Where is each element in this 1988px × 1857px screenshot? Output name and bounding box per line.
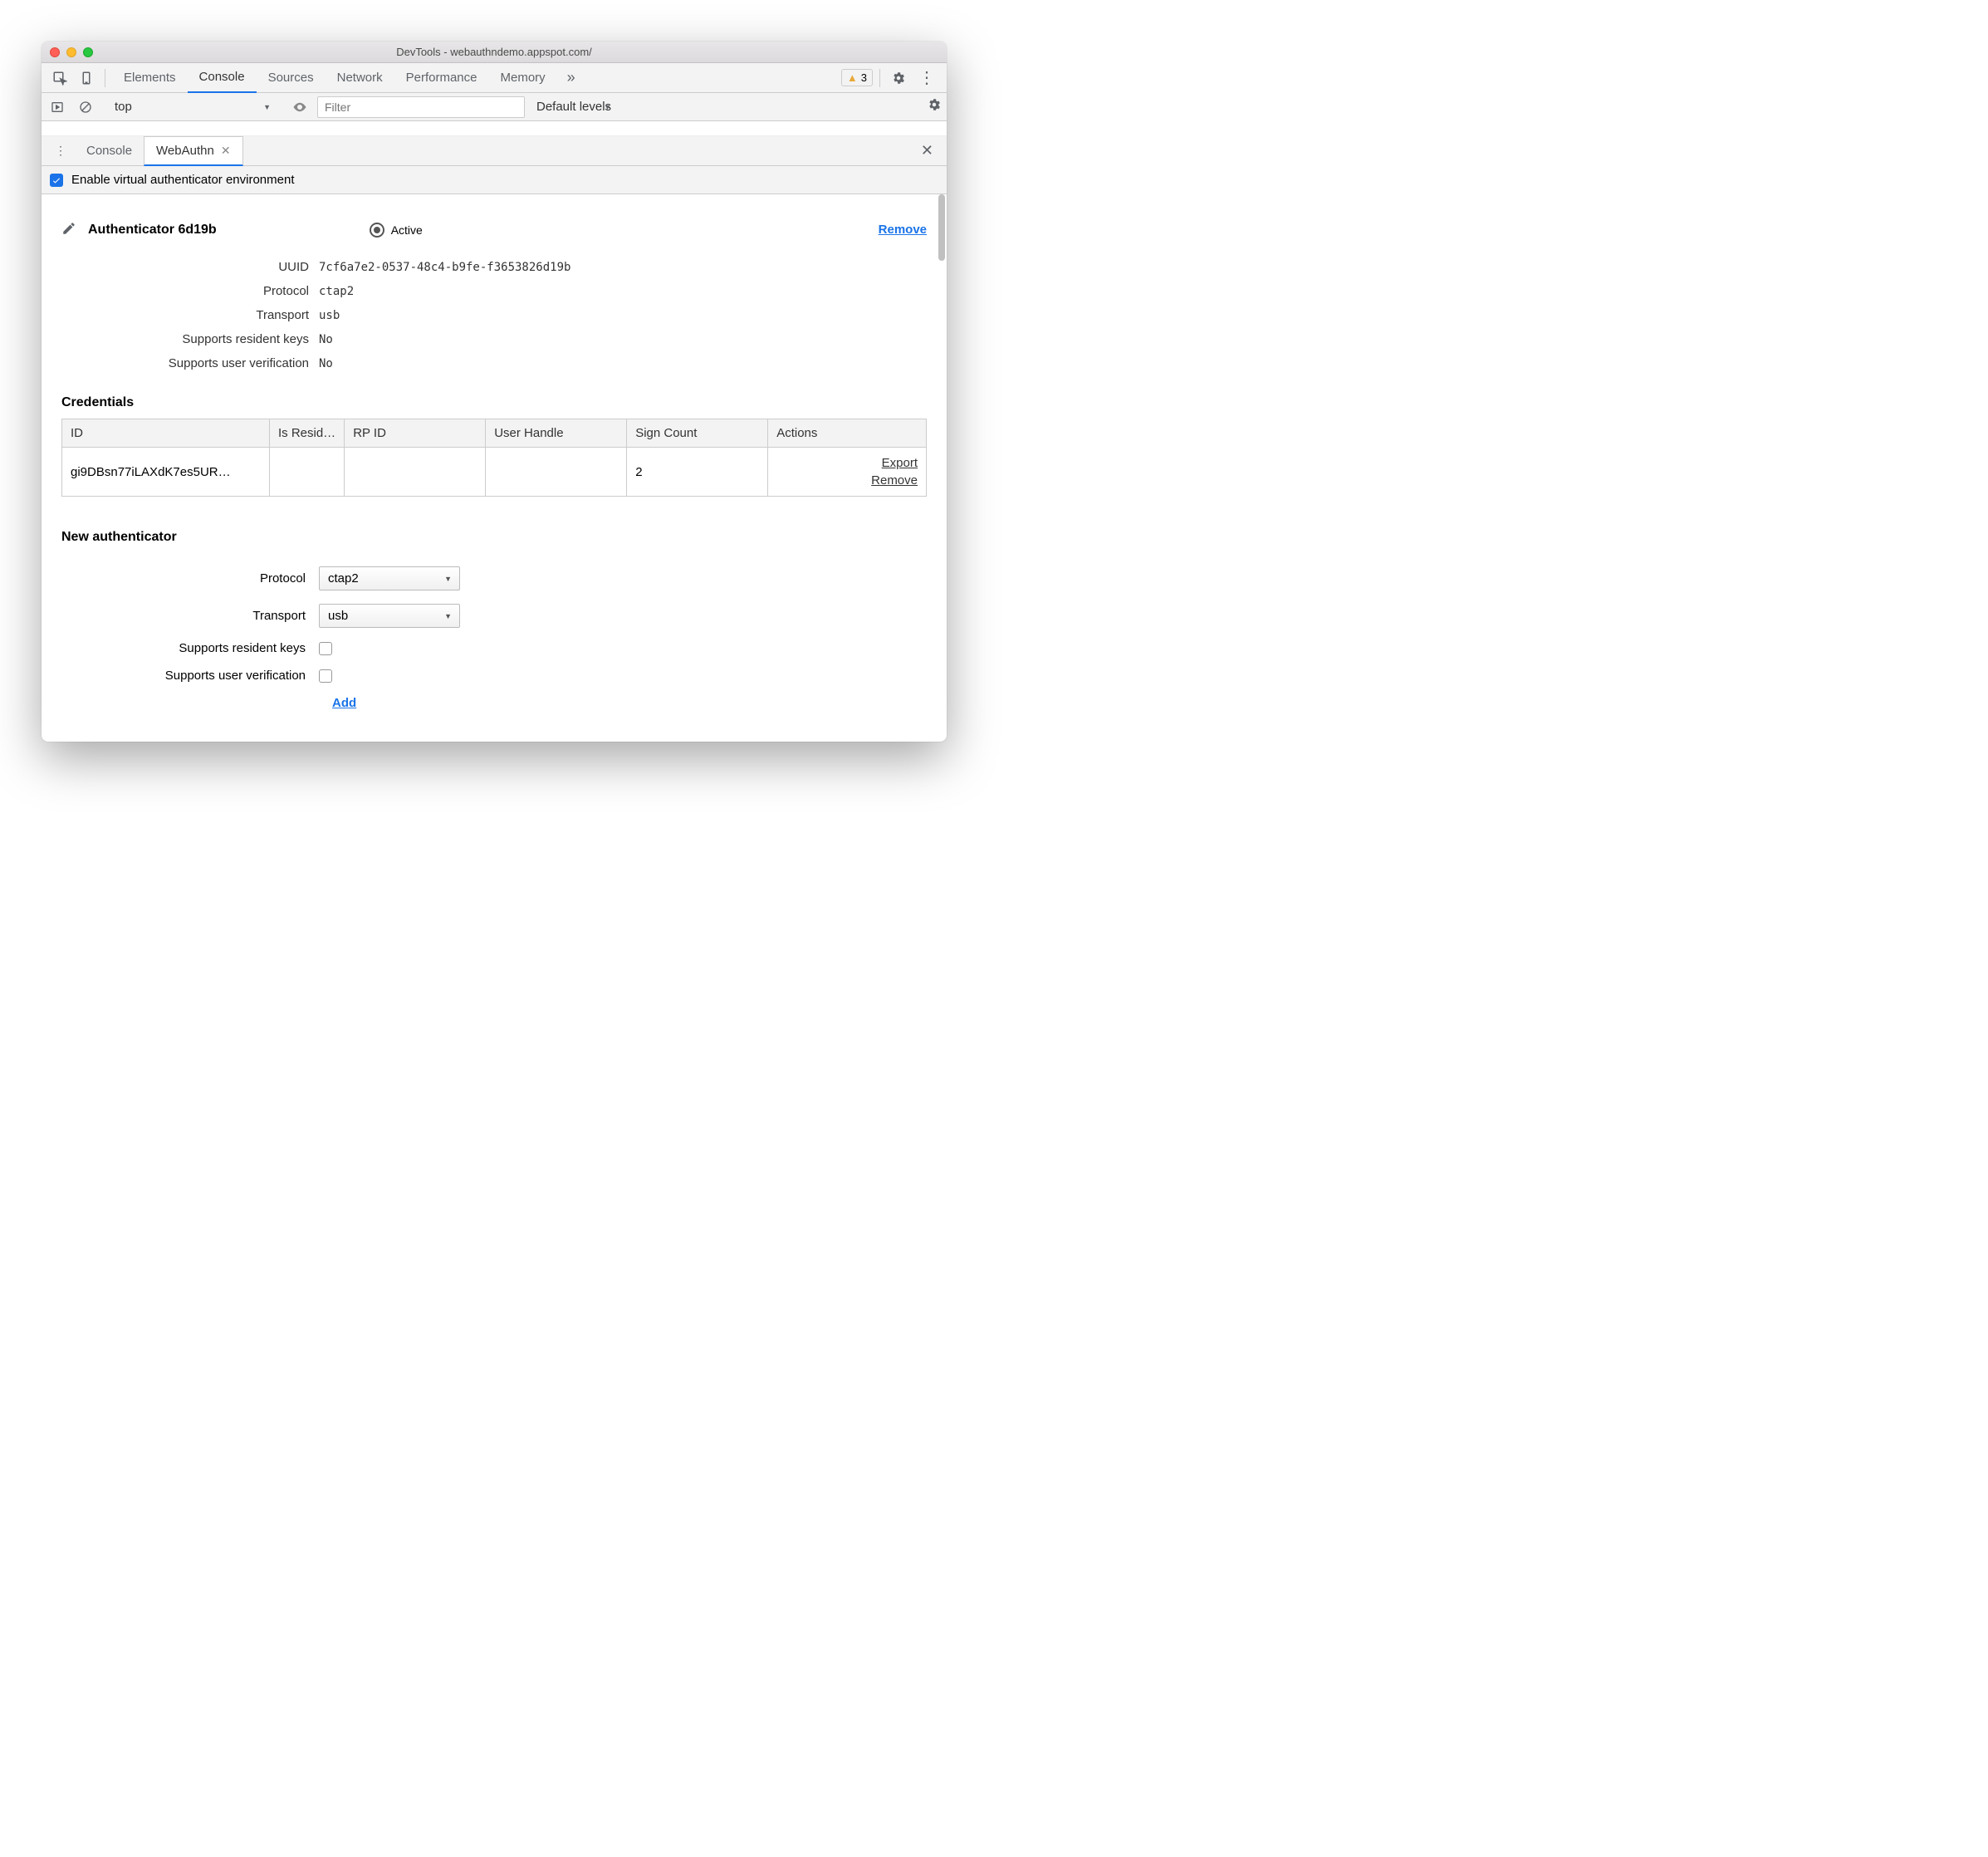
active-radio[interactable] xyxy=(370,223,384,238)
credentials-table: ID Is Resid… RP ID User Handle Sign Coun… xyxy=(61,419,927,497)
webauthn-panel: Authenticator 6d19b Active Remove UUID 7… xyxy=(42,194,947,742)
tab-console[interactable]: Console xyxy=(188,63,257,93)
device-toolbar-icon[interactable] xyxy=(75,66,98,90)
enable-virtual-auth-checkbox[interactable] xyxy=(50,174,63,187)
protocol-value: ctap2 xyxy=(319,285,354,298)
new-transport-value: usb xyxy=(319,604,460,628)
col-header-actions[interactable]: Actions xyxy=(768,419,927,448)
context-value: top xyxy=(110,96,276,117)
credentials-heading: Credentials xyxy=(61,395,927,410)
drawer-tab-webauthn[interactable]: WebAuthn ✕ xyxy=(144,136,243,166)
uuid-value: 7cf6a7e2-0537-48c4-b9fe-f3653826d19b xyxy=(319,261,570,274)
new-transport-select[interactable]: usb xyxy=(319,604,460,628)
active-label: Active xyxy=(391,223,423,237)
drawer-tab-strip: ⋮ Console WebAuthn ✕ ✕ xyxy=(42,136,947,166)
filter-input[interactable] xyxy=(317,96,525,118)
more-options-icon[interactable]: ⋮ xyxy=(913,67,940,88)
minimize-window-icon[interactable] xyxy=(66,47,76,57)
drawer-tab-console[interactable]: Console xyxy=(75,136,144,166)
transport-value: usb xyxy=(319,309,340,322)
drawer-more-icon[interactable]: ⋮ xyxy=(47,144,75,158)
console-settings-icon[interactable] xyxy=(927,97,942,116)
col-header-userhandle[interactable]: User Handle xyxy=(486,419,627,448)
close-tab-icon[interactable]: ✕ xyxy=(221,144,231,158)
live-expression-icon[interactable] xyxy=(289,96,311,118)
new-protocol-value: ctap2 xyxy=(319,566,460,590)
credential-signcount: 2 xyxy=(627,448,768,497)
spacer xyxy=(42,121,947,136)
active-radio-group: Active xyxy=(370,223,423,238)
drawer-tab-webauthn-label: WebAuthn xyxy=(156,144,214,158)
main-toolbar: Elements Console Sources Network Perform… xyxy=(42,63,947,93)
new-authenticator-section: New authenticator Protocol ctap2 Transpo… xyxy=(61,530,927,717)
credential-row: gi9DBsn77iLAXdK7es5UR… 2 Export Remove xyxy=(62,448,927,497)
new-protocol-select[interactable]: ctap2 xyxy=(319,566,460,590)
separator xyxy=(879,69,880,87)
credential-resident xyxy=(270,448,345,497)
new-transport-label: Transport xyxy=(61,609,319,623)
settings-gear-icon[interactable] xyxy=(887,66,910,90)
user-verification-label: Supports user verification xyxy=(95,356,319,370)
credential-rpid xyxy=(345,448,486,497)
enable-virtual-auth-row: Enable virtual authenticator environment xyxy=(42,166,947,194)
col-header-id[interactable]: ID xyxy=(62,419,270,448)
tab-sources[interactable]: Sources xyxy=(257,63,326,93)
titlebar: DevTools - webauthndemo.appspot.com/ xyxy=(42,42,947,63)
warning-count: 3 xyxy=(861,71,867,84)
credential-id: gi9DBsn77iLAXdK7es5UR… xyxy=(62,448,270,497)
credential-actions: Export Remove xyxy=(768,448,927,497)
log-levels-value: Default levels xyxy=(531,100,616,114)
col-header-resident[interactable]: Is Resid… xyxy=(270,419,345,448)
warnings-badge[interactable]: ▲ 3 xyxy=(841,69,873,86)
uuid-label: UUID xyxy=(95,260,319,274)
protocol-label: Protocol xyxy=(95,284,319,298)
enable-virtual-auth-label: Enable virtual authenticator environment xyxy=(71,173,295,187)
new-protocol-label: Protocol xyxy=(61,571,319,586)
user-verification-value: No xyxy=(319,357,333,370)
execute-icon[interactable] xyxy=(47,96,68,118)
remove-authenticator-link[interactable]: Remove xyxy=(879,223,927,237)
export-credential-link[interactable]: Export xyxy=(776,454,918,472)
new-userver-checkbox[interactable] xyxy=(319,669,332,683)
console-subtoolbar: top Default levels xyxy=(42,93,947,121)
zoom-window-icon[interactable] xyxy=(83,47,93,57)
tab-performance[interactable]: Performance xyxy=(394,63,489,93)
new-userver-label: Supports user verification xyxy=(61,669,319,683)
close-window-icon[interactable] xyxy=(50,47,60,57)
tab-memory[interactable]: Memory xyxy=(489,63,557,93)
main-tab-strip: Elements Console Sources Network Perform… xyxy=(112,63,585,93)
context-selector[interactable]: top xyxy=(110,96,276,117)
remove-credential-link[interactable]: Remove xyxy=(776,472,918,489)
scrollbar-thumb[interactable] xyxy=(938,194,945,261)
col-header-signcount[interactable]: Sign Count xyxy=(627,419,768,448)
window-controls xyxy=(50,47,93,57)
resident-keys-label: Supports resident keys xyxy=(95,332,319,346)
edit-pencil-icon[interactable] xyxy=(61,221,76,238)
new-authenticator-heading: New authenticator xyxy=(61,530,927,545)
log-levels-selector[interactable]: Default levels xyxy=(531,100,616,114)
resident-keys-value: No xyxy=(319,333,333,346)
clear-console-icon[interactable] xyxy=(75,96,96,118)
authenticator-header: Authenticator 6d19b Active Remove xyxy=(61,221,927,238)
authenticator-properties: UUID 7cf6a7e2-0537-48c4-b9fe-f3653826d19… xyxy=(95,255,927,375)
tab-elements[interactable]: Elements xyxy=(112,63,188,93)
more-tabs-icon[interactable]: » xyxy=(557,69,585,86)
new-resident-checkbox[interactable] xyxy=(319,642,332,655)
add-authenticator-link[interactable]: Add xyxy=(332,696,356,710)
devtools-window: DevTools - webauthndemo.appspot.com/ Ele… xyxy=(42,42,947,742)
close-drawer-icon[interactable]: ✕ xyxy=(913,142,942,159)
new-resident-label: Supports resident keys xyxy=(61,641,319,655)
inspect-element-icon[interactable] xyxy=(48,66,71,90)
warning-triangle-icon: ▲ xyxy=(847,71,858,84)
toolbar-right: ▲ 3 ⋮ xyxy=(841,66,940,90)
authenticator-title: Authenticator 6d19b xyxy=(88,223,217,238)
window-title: DevTools - webauthndemo.appspot.com/ xyxy=(42,46,947,58)
credential-userhandle xyxy=(486,448,627,497)
col-header-rpid[interactable]: RP ID xyxy=(345,419,486,448)
transport-label: Transport xyxy=(95,308,319,322)
tab-network[interactable]: Network xyxy=(326,63,394,93)
